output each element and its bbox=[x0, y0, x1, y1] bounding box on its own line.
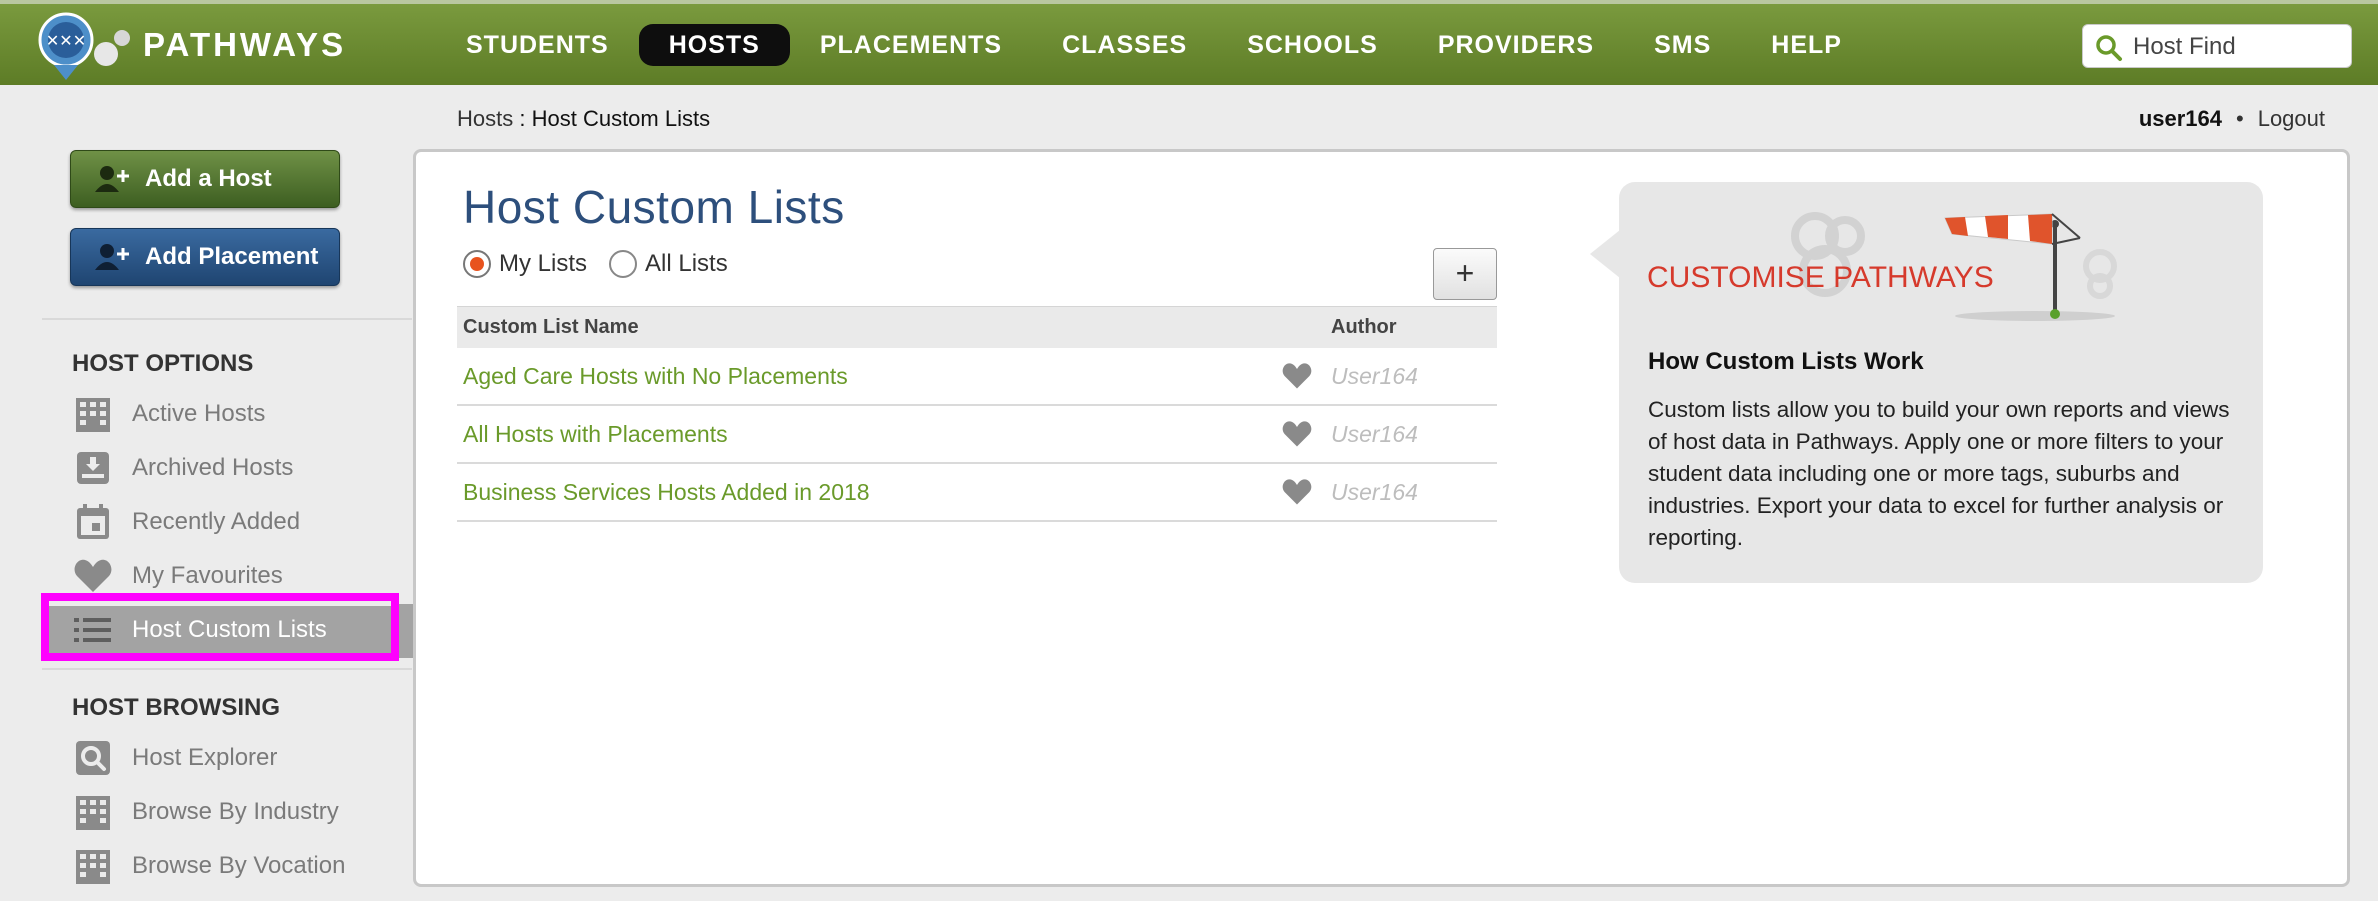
sidebar-item-label: Browse By Vocation bbox=[132, 852, 346, 879]
favourite-toggle[interactable] bbox=[1263, 362, 1331, 390]
favourite-toggle[interactable] bbox=[1263, 478, 1331, 506]
top-bar: ✕✕✕ PATHWAYS STUDENTS HOSTS PLACEMENTS C… bbox=[0, 0, 2378, 85]
info-card-pointer bbox=[1590, 230, 1620, 278]
search-icon bbox=[76, 741, 110, 775]
page-title: Host Custom Lists bbox=[463, 181, 845, 233]
table-row: Business Services Hosts Added in 2018 Us… bbox=[457, 464, 1497, 522]
host-options-title: HOST OPTIONS bbox=[72, 350, 254, 377]
custom-list-link[interactable]: Aged Care Hosts with No Placements bbox=[457, 363, 1263, 390]
main-nav: STUDENTS HOSTS PLACEMENTS CLASSES SCHOOL… bbox=[436, 24, 1872, 66]
brand-name: PATHWAYS bbox=[143, 26, 347, 63]
add-placement-button[interactable]: Add Placement bbox=[70, 228, 340, 286]
calendar-icon bbox=[77, 504, 109, 539]
add-user-icon bbox=[95, 166, 129, 192]
logout-link[interactable]: Logout bbox=[2258, 106, 2325, 131]
sidebar-item-host-custom-lists[interactable]: Host Custom Lists bbox=[42, 606, 414, 654]
add-user-icon bbox=[95, 244, 129, 270]
username: user164 bbox=[2138, 106, 2222, 131]
custom-list-link[interactable]: All Hosts with Placements bbox=[457, 421, 1263, 448]
sidebar-item-recently-added[interactable]: Recently Added bbox=[72, 498, 412, 546]
sidebar-item-label: Host Explorer bbox=[132, 744, 278, 771]
all-lists-label[interactable]: All Lists bbox=[645, 250, 728, 278]
info-body: Custom lists allow you to build your own… bbox=[1648, 397, 2230, 550]
sidebar-item-active-hosts[interactable]: Active Hosts bbox=[72, 390, 412, 438]
add-host-button[interactable]: Add a Host bbox=[70, 150, 340, 208]
list-author: User164 bbox=[1331, 478, 1418, 505]
heart-icon bbox=[74, 559, 112, 592]
custom-list-link[interactable]: Business Services Hosts Added in 2018 bbox=[457, 479, 1263, 506]
breadcrumb-current: Host Custom Lists bbox=[531, 106, 711, 131]
nav-sms[interactable]: SMS bbox=[1624, 24, 1741, 66]
breadcrumb: Hosts : Host Custom Lists bbox=[457, 106, 710, 132]
heart-icon bbox=[1282, 479, 1312, 505]
sidebar-item-label: Browse By Industry bbox=[132, 798, 339, 825]
heart-icon bbox=[1282, 421, 1312, 447]
nav-students[interactable]: STUDENTS bbox=[436, 24, 639, 66]
sidebar-item-host-explorer[interactable]: Host Explorer bbox=[72, 734, 412, 782]
host-find-search bbox=[2082, 24, 2352, 68]
breadcrumb-separator: : bbox=[513, 106, 532, 131]
favourite-toggle[interactable] bbox=[1263, 420, 1331, 448]
sidebar-item-label: My Favourites bbox=[132, 562, 283, 589]
nav-classes[interactable]: CLASSES bbox=[1032, 24, 1217, 66]
search-icon[interactable] bbox=[2095, 34, 2123, 62]
sidebar-item-browse-by-industry[interactable]: Browse By Industry bbox=[72, 788, 412, 836]
custom-lists-table: Custom List Name Author Aged Care Hosts … bbox=[457, 306, 1497, 522]
column-header-author: Author bbox=[1331, 316, 1397, 338]
nav-help[interactable]: HELP bbox=[1741, 24, 1872, 66]
building-icon bbox=[76, 850, 110, 884]
building-icon bbox=[76, 398, 110, 432]
host-find-input[interactable] bbox=[2131, 31, 2345, 63]
my-lists-label[interactable]: My Lists bbox=[499, 250, 587, 278]
nav-hosts[interactable]: HOSTS bbox=[638, 24, 790, 66]
sidebar-item-label: Archived Hosts bbox=[132, 454, 294, 481]
list-author: User164 bbox=[1331, 362, 1418, 389]
sidebar-item-archived-hosts[interactable]: Archived Hosts bbox=[72, 444, 412, 492]
sidebar-item-my-favourites[interactable]: My Favourites bbox=[72, 552, 412, 600]
svg-text:✕✕✕: ✕✕✕ bbox=[46, 31, 86, 50]
list-filter: My Lists All Lists bbox=[463, 250, 750, 278]
add-host-label: Add a Host bbox=[145, 165, 272, 192]
pathways-logo-icon[interactable]: ✕✕✕ bbox=[36, 10, 136, 82]
sidebar-item-label: Recently Added bbox=[132, 508, 301, 535]
sidebar-item-browse-by-vocation[interactable]: Browse By Vocation bbox=[72, 842, 412, 890]
nav-placements[interactable]: PLACEMENTS bbox=[790, 24, 1032, 66]
column-header-name: Custom List Name bbox=[463, 316, 639, 338]
heart-icon bbox=[1282, 363, 1312, 389]
list-icon bbox=[74, 618, 111, 642]
building-icon bbox=[76, 796, 110, 830]
list-author: User164 bbox=[1331, 420, 1418, 447]
all-lists-radio[interactable] bbox=[609, 250, 638, 278]
archive-icon bbox=[77, 452, 109, 484]
sidebar-item-label: Active Hosts bbox=[132, 400, 266, 427]
host-browsing-title: HOST BROWSING bbox=[72, 694, 280, 721]
sidebar-divider bbox=[42, 668, 412, 670]
table-header: Custom List Name Author bbox=[457, 306, 1497, 348]
my-lists-radio[interactable] bbox=[463, 250, 491, 278]
info-heading: How Custom Lists Work bbox=[1648, 348, 1924, 375]
sidebar-item-label: Host Custom Lists bbox=[132, 616, 327, 643]
nav-providers[interactable]: PROVIDERS bbox=[1408, 24, 1624, 66]
user-box: user164 • Logout bbox=[2139, 106, 2325, 132]
table-row: Aged Care Hosts with No Placements User1… bbox=[457, 348, 1497, 406]
add-placement-label: Add Placement bbox=[145, 243, 319, 270]
add-custom-list-button[interactable]: + bbox=[1433, 248, 1497, 300]
sidebar-divider bbox=[42, 318, 412, 320]
nav-schools[interactable]: SCHOOLS bbox=[1217, 24, 1408, 66]
customise-pathways-banner: CUSTOMISE PATHWAYS bbox=[1647, 261, 1994, 294]
user-separator: • bbox=[2236, 106, 2244, 131]
table-row: All Hosts with Placements User164 bbox=[457, 406, 1497, 464]
breadcrumb-hosts-link[interactable]: Hosts bbox=[457, 106, 513, 131]
